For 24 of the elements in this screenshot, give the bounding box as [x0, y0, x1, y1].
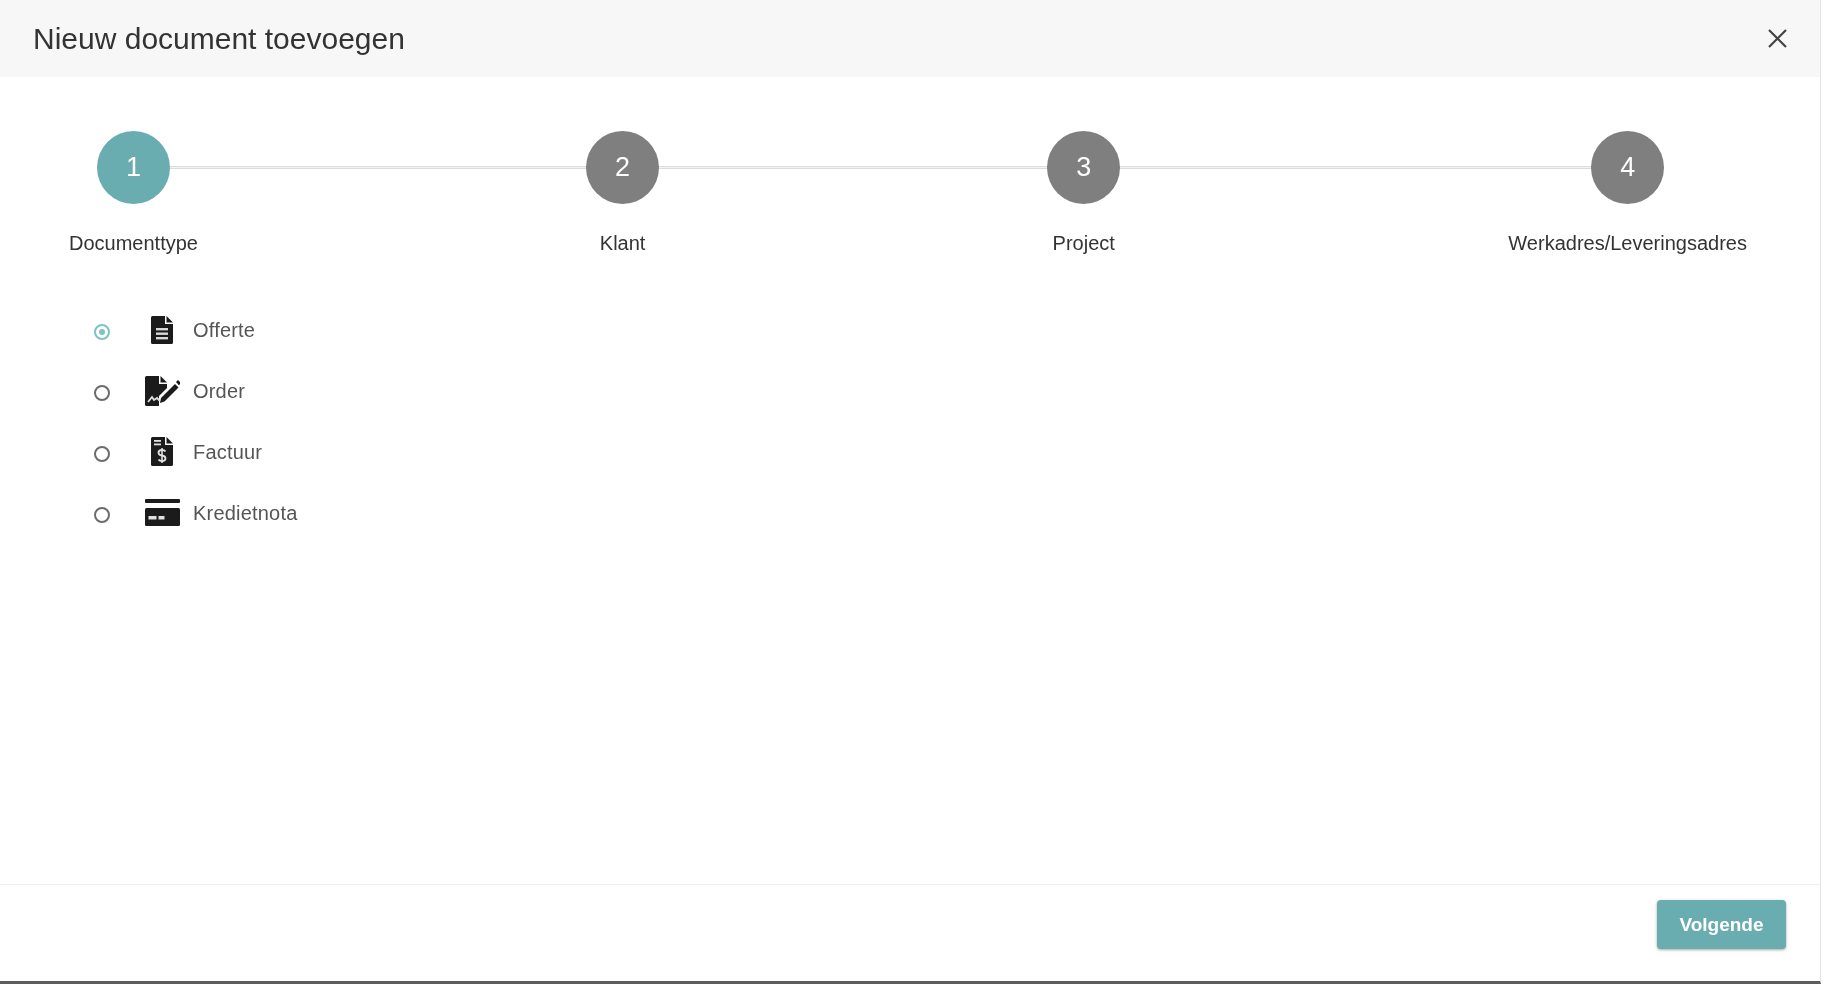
credit-card-icon	[144, 499, 180, 526]
step-label: Project	[1052, 232, 1115, 255]
option-label: Offerte	[193, 319, 256, 342]
step-circle: 3	[1047, 131, 1121, 204]
close-icon	[1768, 29, 1787, 48]
signed-document-icon	[144, 375, 180, 406]
document-icon	[151, 315, 173, 344]
step-label: Werkadres/Leveringsadres	[1508, 232, 1747, 255]
option-label: Factuur	[193, 441, 263, 464]
dialog-title: Nieuw document toevoegen	[33, 21, 405, 56]
step-label: Documenttype	[69, 232, 198, 255]
close-button[interactable]	[1768, 29, 1787, 48]
option-label: Kredietnota	[193, 502, 298, 525]
step-circle: 1	[97, 131, 170, 204]
dollar-document-icon	[151, 437, 173, 466]
radio-button[interactable]	[94, 323, 110, 340]
step-circle: 2	[586, 131, 660, 204]
radio-button[interactable]	[94, 445, 110, 462]
next-button[interactable]: Volgende	[1657, 900, 1786, 949]
step-label: Klant	[599, 232, 646, 255]
option-label: Order	[193, 380, 246, 403]
step-circle: 4	[1591, 131, 1665, 204]
radio-button[interactable]	[94, 384, 110, 401]
radio-button[interactable]	[94, 506, 110, 523]
